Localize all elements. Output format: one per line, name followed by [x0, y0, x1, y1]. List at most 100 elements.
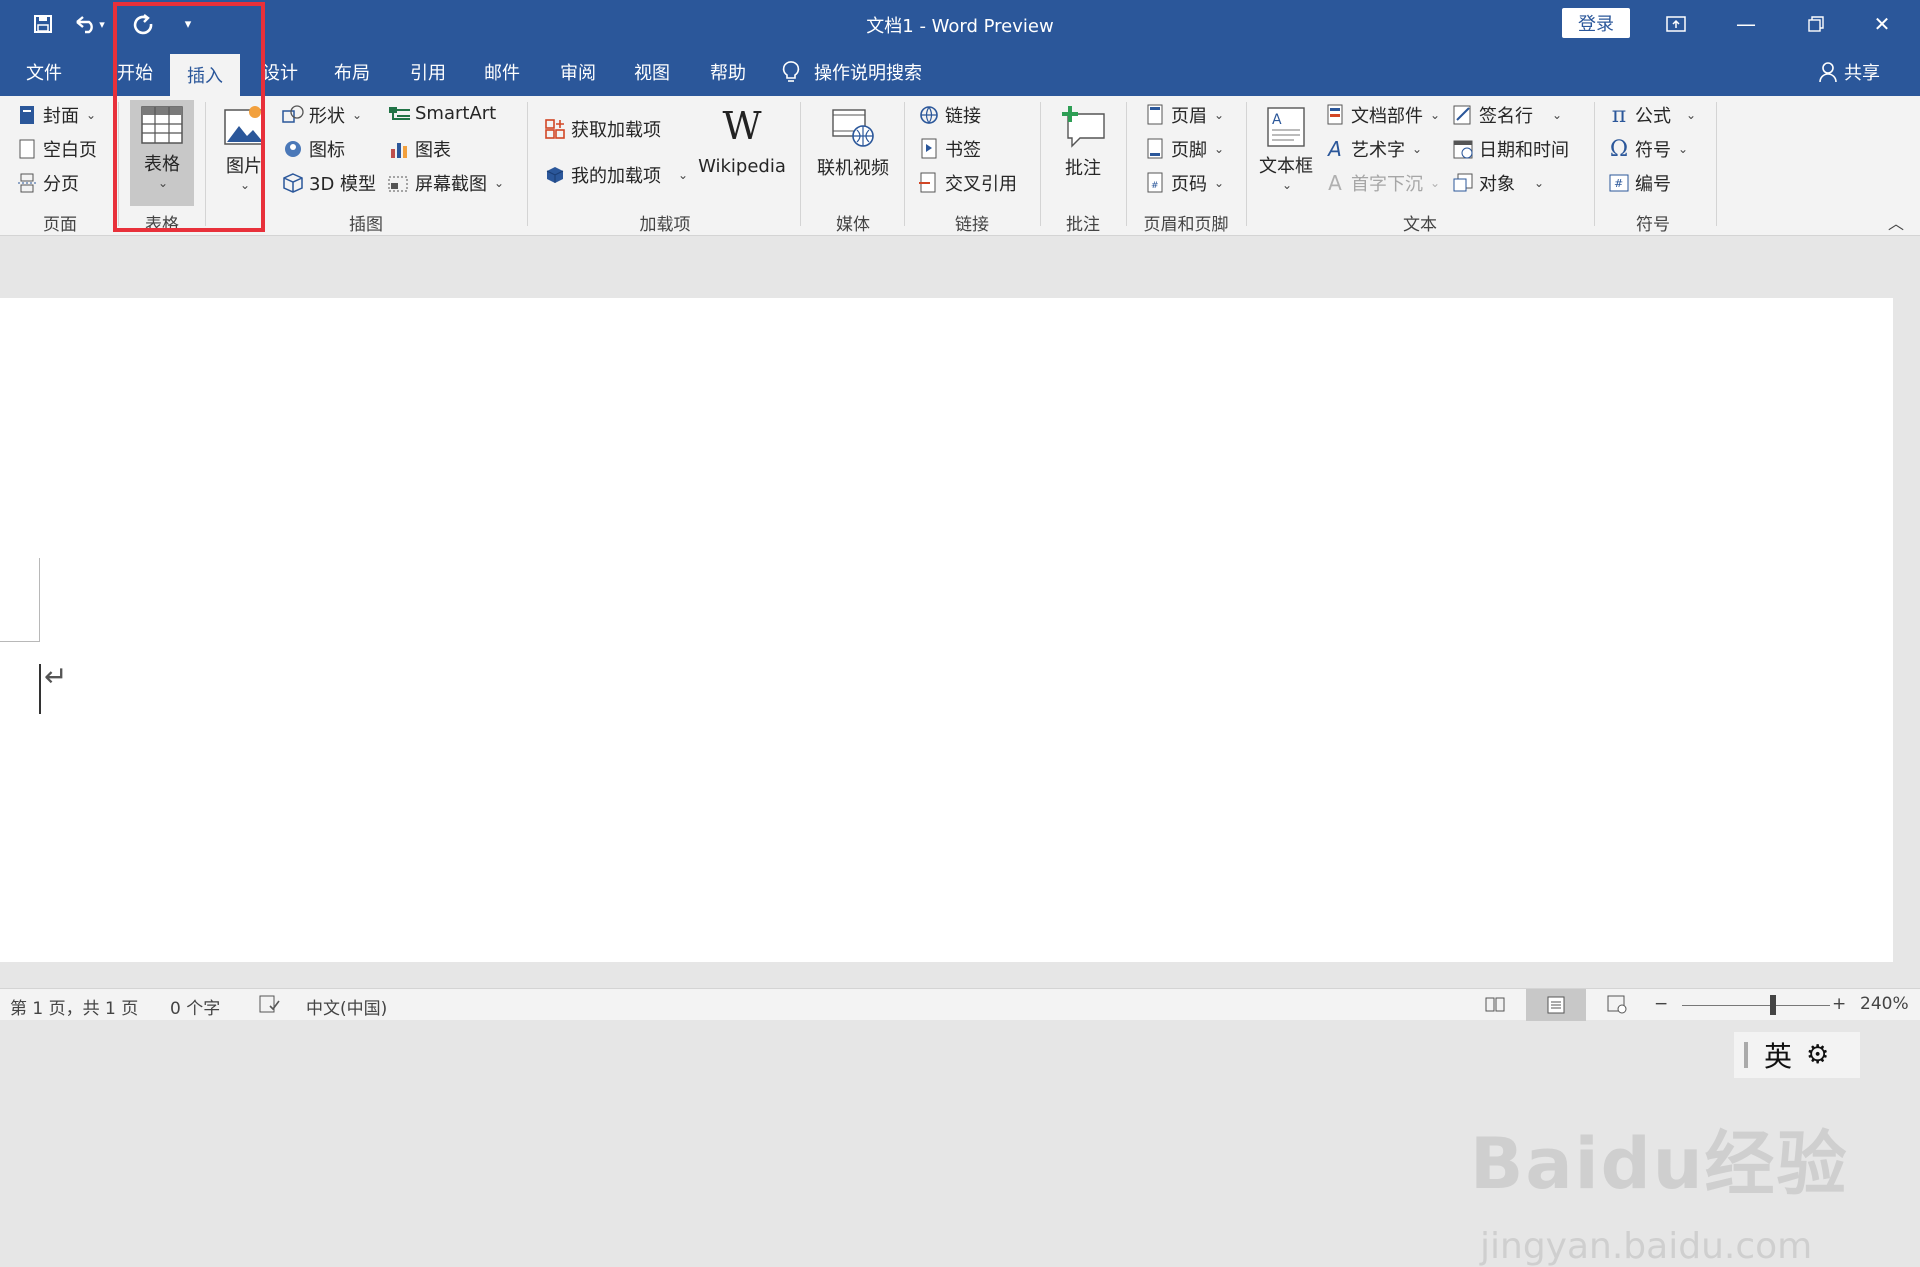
tab-mailings[interactable]: 邮件: [470, 48, 534, 96]
smartart-label: SmartArt: [415, 102, 497, 124]
read-mode-icon[interactable]: [1484, 994, 1506, 1019]
zoom-level[interactable]: 240%: [1860, 994, 1909, 1014]
online-video-button[interactable]: 联机视频: [810, 106, 896, 180]
shapes-label: 形状: [309, 106, 345, 127]
word-count[interactable]: 0 个字: [170, 994, 220, 1019]
group-separator: [1040, 102, 1041, 226]
wikipedia-icon: W: [722, 104, 762, 148]
zoom-slider-thumb[interactable]: [1770, 995, 1776, 1015]
wordart-button[interactable]: A 艺术字 ⌄: [1324, 136, 1422, 162]
get-addins-button[interactable]: 获取加载项: [544, 116, 661, 142]
tab-help[interactable]: 帮助: [696, 48, 760, 96]
equation-button[interactable]: π 公式 ⌄: [1608, 102, 1696, 128]
wikipedia-button[interactable]: W Wikipedia: [696, 106, 788, 177]
number-icon: #: [1608, 172, 1630, 194]
object-button[interactable]: 对象 ⌄: [1452, 170, 1544, 196]
footer-label: 页脚: [1171, 140, 1207, 161]
drop-cap-icon: A: [1328, 171, 1342, 195]
link-globe-icon: [918, 104, 940, 126]
highlight-box: [113, 2, 265, 232]
tab-review[interactable]: 审阅: [546, 48, 610, 96]
comments-group-label: 批注: [1066, 215, 1100, 235]
language-indicator[interactable]: 中文(中国): [306, 994, 387, 1019]
new-comment-icon: [1062, 106, 1105, 148]
cross-reference-icon: [918, 172, 940, 194]
blank-label: 空白页: [43, 140, 97, 161]
share-label: 共享: [1844, 63, 1880, 84]
web-layout-icon[interactable]: [1606, 994, 1628, 1019]
wikipedia-label: Wikipedia: [698, 156, 786, 177]
share-button[interactable]: 共享: [1818, 48, 1880, 96]
3d-model-button[interactable]: 3D 模型: [282, 170, 376, 196]
tab-references[interactable]: 引用: [396, 48, 460, 96]
symbol-button[interactable]: Ω 符号 ⌄: [1608, 136, 1688, 162]
smartart-icon: [388, 102, 410, 124]
zoom-out-button[interactable]: −: [1654, 994, 1668, 1014]
document-page[interactable]: ↵ 英 ⚙ Baidu经验 jingyan.baidu.com: [0, 298, 1893, 1267]
vertical-scrollbar[interactable]: [1893, 298, 1920, 988]
textbox-button[interactable]: A 文本框 ⌄: [1256, 106, 1316, 192]
blank-page-icon: [16, 138, 38, 160]
icons-button[interactable]: 图标: [282, 136, 345, 162]
zoom-in-button[interactable]: +: [1832, 994, 1846, 1014]
signature-line-icon: [1452, 104, 1474, 126]
tab-file[interactable]: 文件: [8, 48, 80, 96]
close-icon[interactable]: ✕: [1852, 0, 1912, 48]
icons-label: 图标: [309, 140, 345, 161]
header-button[interactable]: 页眉 ⌄: [1144, 102, 1224, 128]
gear-icon[interactable]: ⚙: [1806, 1040, 1829, 1070]
pi-icon: π: [1611, 102, 1627, 128]
ime-mode[interactable]: 英: [1764, 1035, 1792, 1075]
media-group-label: 媒体: [836, 215, 870, 235]
restore-icon[interactable]: [1786, 0, 1846, 48]
collapse-ribbon-icon[interactable]: ︿: [1888, 210, 1904, 234]
paragraph-mark-icon: ↵: [44, 660, 68, 693]
group-separator: [1716, 102, 1717, 226]
symbols-group-label: 符号: [1636, 215, 1670, 235]
signature-line-button[interactable]: 签名行 ⌄: [1452, 102, 1562, 128]
bookmark-button[interactable]: 书签: [918, 136, 981, 162]
print-layout-icon[interactable]: [1526, 989, 1586, 1021]
ribbon-tab-bar: 文件 开始 插入 设计 布局 引用 邮件 审阅 视图 帮助 操作说明搜索 共享: [0, 48, 1920, 96]
shapes-button[interactable]: 形状 ⌄: [282, 102, 362, 128]
icons-icon: [282, 138, 304, 160]
page-count[interactable]: 第 1 页，共 1 页: [10, 994, 138, 1019]
tab-layout[interactable]: 布局: [320, 48, 384, 96]
ime-toolbar[interactable]: 英 ⚙: [1734, 1032, 1860, 1078]
header-icon: [1144, 104, 1166, 126]
wordart-label: 艺术字: [1351, 140, 1405, 161]
link-button[interactable]: 链接: [918, 102, 981, 128]
break-label: 分页: [43, 174, 79, 195]
blank-page-button[interactable]: 空白页: [16, 136, 97, 162]
comment-button[interactable]: 批注: [1050, 106, 1116, 180]
ime-drag-handle[interactable]: [1744, 1042, 1748, 1068]
login-button[interactable]: 登录: [1562, 8, 1630, 38]
page-break-icon: [16, 172, 38, 194]
minimize-icon[interactable]: —: [1716, 0, 1776, 48]
title-bar: ▾ ▾ 文档1 - Word Preview 登录 — ✕: [0, 0, 1920, 48]
link-label: 链接: [945, 106, 981, 127]
zoom-slider-track[interactable]: [1682, 1005, 1830, 1006]
proofing-icon[interactable]: [258, 994, 280, 1019]
chart-button[interactable]: 图表: [388, 136, 451, 162]
number-button[interactable]: # 编号: [1608, 170, 1671, 196]
footer-button[interactable]: 页脚 ⌄: [1144, 136, 1224, 162]
margin-corner-mark: [0, 558, 40, 642]
page-break-button[interactable]: 分页: [16, 170, 79, 196]
model3d-label: 3D 模型: [309, 174, 377, 195]
ribbon-display-icon[interactable]: [1646, 0, 1706, 48]
my-addins-button[interactable]: 我的加载项 ⌄: [544, 162, 688, 188]
cover-page-button[interactable]: 封面 ⌄: [16, 102, 96, 128]
quick-parts-button[interactable]: 文档部件 ⌄: [1324, 102, 1440, 128]
tab-view[interactable]: 视图: [620, 48, 684, 96]
page-number-button[interactable]: # 页码 ⌄: [1144, 170, 1224, 196]
text-cursor: [39, 664, 41, 714]
date-time-button[interactable]: 日期和时间: [1452, 136, 1569, 162]
smartart-button[interactable]: SmartArt: [388, 102, 496, 124]
cross-reference-button[interactable]: 交叉引用: [918, 170, 1017, 196]
page-number-icon: #: [1144, 172, 1166, 194]
tell-me-search[interactable]: 操作说明搜索: [782, 48, 922, 96]
comment-label: 批注: [1065, 158, 1101, 179]
header-label: 页眉: [1171, 106, 1207, 127]
screenshot-button[interactable]: 屏幕截图 ⌄: [388, 170, 504, 196]
